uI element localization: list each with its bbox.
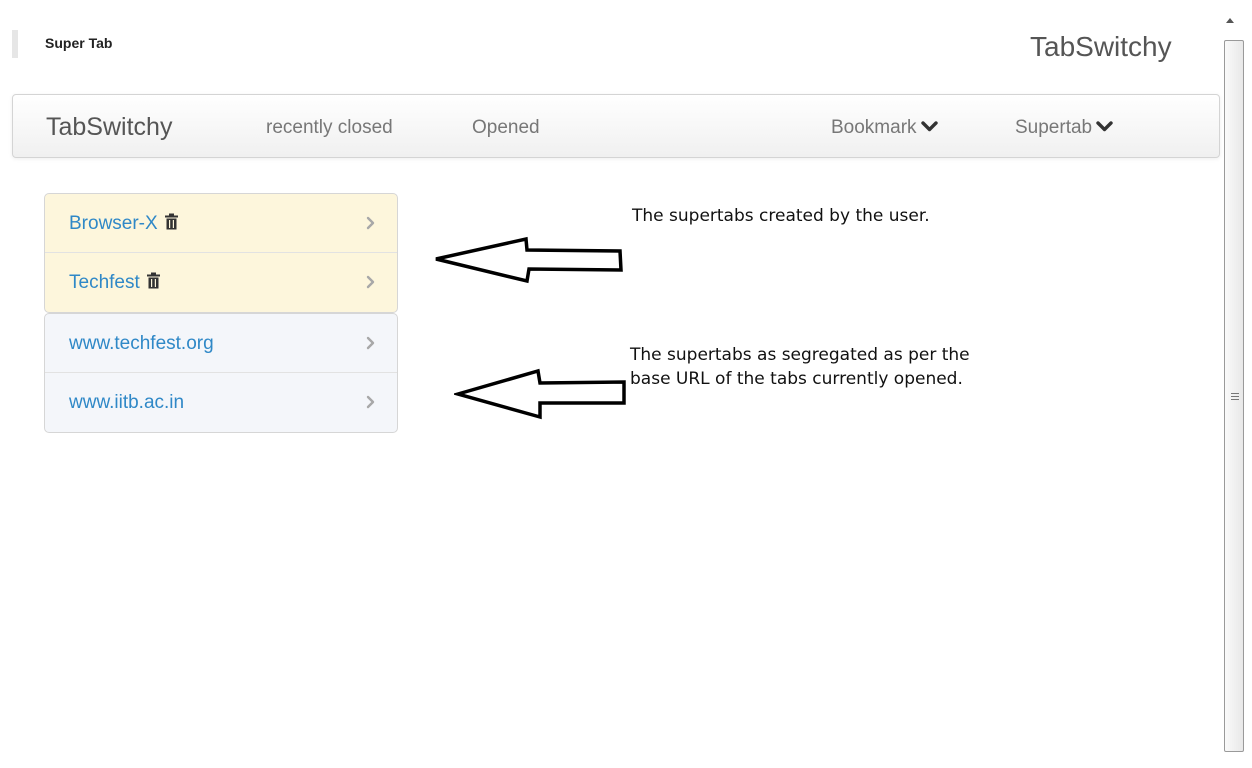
header-brand: TabSwitchy: [1030, 31, 1172, 62]
trash-icon[interactable]: [164, 213, 179, 230]
scrollbar-thumb[interactable]: [1224, 40, 1244, 752]
page-title: Super Tab: [45, 35, 113, 51]
supertab-list: Browser-X Techfest: [44, 193, 398, 313]
annotation-urls-note: The supertabs as segregated as per the b…: [630, 343, 970, 391]
nav-recently-closed[interactable]: recently closed: [266, 117, 393, 139]
chevron-right-icon: [366, 336, 375, 350]
nav-bookmark-dropdown[interactable]: Bookmark: [831, 117, 938, 139]
url-group-item[interactable]: www.iitb.ac.in: [45, 373, 397, 432]
annotation-urls-note-line2: base URL of the tabs currently opened.: [630, 369, 963, 389]
chevron-down-icon: [920, 121, 938, 132]
annotation-urls-note-line1: The supertabs as segregated as per the: [630, 345, 970, 365]
nav-supertab-dropdown[interactable]: Supertab: [1015, 117, 1113, 139]
annotation-supertabs-note: The supertabs created by the user.: [632, 206, 930, 226]
annotation-arrow-icon: [435, 236, 623, 284]
scroll-up-icon[interactable]: [1226, 18, 1234, 23]
url-group-list: www.techfest.org www.iitb.ac.in: [44, 313, 398, 433]
url-group-label[interactable]: www.iitb.ac.in: [69, 392, 184, 414]
supertab-item-label: Techfest: [69, 272, 161, 294]
nav-opened[interactable]: Opened: [472, 117, 540, 139]
scrollbar[interactable]: [1224, 0, 1246, 768]
supertab-item-label: Browser-X: [69, 213, 179, 235]
nav-supertab-label: Supertab: [1015, 117, 1093, 138]
supertab-item[interactable]: Browser-X: [45, 194, 397, 253]
url-group-item[interactable]: www.techfest.org: [45, 314, 397, 373]
chevron-right-icon: [366, 216, 375, 230]
chevron-right-icon: [366, 395, 375, 409]
nav-bookmark-label: Bookmark: [831, 117, 917, 138]
supertab-name[interactable]: Techfest: [69, 272, 140, 293]
navbar-brand[interactable]: TabSwitchy: [46, 113, 172, 142]
scroll-grip-icon: [1231, 393, 1239, 400]
chevron-right-icon: [366, 275, 375, 289]
navbar: TabSwitchy recently closed Opened Bookma…: [12, 94, 1220, 158]
annotation-arrow-icon: [454, 368, 626, 420]
trash-icon[interactable]: [146, 272, 161, 289]
chevron-down-icon: [1096, 121, 1113, 132]
supertab-item[interactable]: Techfest: [45, 253, 397, 312]
url-group-label[interactable]: www.techfest.org: [69, 333, 214, 355]
header-marker: [12, 30, 18, 58]
supertab-name[interactable]: Browser-X: [69, 213, 158, 234]
